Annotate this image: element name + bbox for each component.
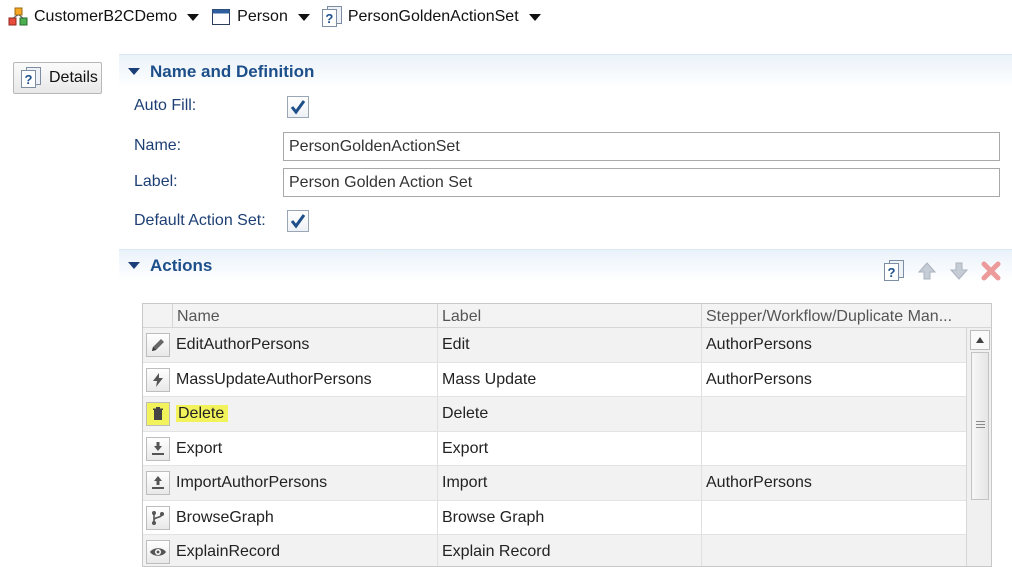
cell-target [701,397,966,431]
cell-name: ImportAuthorPersons [176,474,328,491]
eye-icon [146,540,170,564]
branch-icon [146,505,170,530]
section-header-name-definition[interactable]: Name and Definition [119,54,1012,88]
column-header-stepper[interactable]: Stepper/Workflow/Duplicate Man... [701,304,966,328]
collapse-triangle-icon[interactable] [128,262,140,269]
collapse-triangle-icon[interactable] [128,68,140,75]
cell-label: Edit [437,328,701,362]
table-row[interactable]: ImportAuthorPersons Import AuthorPersons [143,466,966,501]
label-label: Label: [134,173,178,190]
delete-x-icon [981,261,1001,281]
cell-name: MassUpdateAuthorPersons [176,370,372,388]
checkmark-icon [290,214,306,229]
breadcrumb-entity[interactable]: Person [211,7,310,27]
breadcrumb-model-label: CustomerB2CDemo [34,8,178,25]
cell-target: AuthorPersons [701,362,966,397]
table-row[interactable]: BrowseGraph Browse Graph [143,500,966,535]
add-help-button[interactable]: ? [882,258,908,284]
scroll-up-button[interactable] [970,330,990,350]
name-label: Name: [134,137,182,154]
chevron-down-icon[interactable] [528,13,541,21]
table-row[interactable]: Delete Delete [143,397,966,432]
scroll-thumb[interactable] [971,352,989,500]
cell-target [701,500,966,535]
cell-label: Explain Record [437,535,701,566]
breadcrumb-actionset-label: PersonGoldenActionSet [347,8,519,25]
cell-name: Delete [172,397,437,431]
column-header-name[interactable]: Name [172,304,437,328]
section-title: Name and Definition [150,61,315,81]
pencil-icon [146,333,170,357]
grip-line [976,424,985,425]
table-row[interactable]: Export Export [143,431,966,466]
cell-label: Import [437,466,701,500]
cell-name: EditAuthorPersons [176,336,310,353]
grip-line [976,421,985,422]
lightning-icon [146,367,170,392]
actions-grid: Name Label Stepper/Workflow/Duplicate Ma… [142,303,992,567]
cell-name: BrowseGraph [176,508,274,526]
auto-fill-label: Auto Fill: [134,97,197,114]
table-row[interactable]: ExplainRecord Explain Record [143,535,966,566]
default-action-set-checkbox[interactable] [287,210,309,232]
trash-icon [146,402,170,426]
cell-label: Delete [437,397,701,431]
grid-header: Name Label Stepper/Workflow/Duplicate Ma… [143,304,991,328]
checkmark-icon [290,100,306,115]
cell-target: AuthorPersons [701,466,966,500]
table-row[interactable]: EditAuthorPersons Edit AuthorPersons [143,328,966,363]
cell-target: AuthorPersons [701,328,966,362]
section-title: Actions [150,255,213,275]
table-row[interactable]: MassUpdateAuthorPersons Mass Update Auth… [143,362,966,397]
auto-fill-checkbox[interactable] [287,96,309,118]
breadcrumb-model[interactable]: CustomerB2CDemo [8,7,200,27]
move-down-icon [949,262,969,280]
delete-button[interactable] [978,258,1004,284]
help-document-icon: ? [21,67,43,89]
details-button-label: Details [49,69,98,86]
move-down-button[interactable] [946,258,972,284]
cell-label: Mass Update [437,362,701,397]
add-help-icon: ? [884,260,906,282]
move-up-icon [917,262,937,280]
default-action-set-label: Default Action Set: [134,212,266,229]
cell-label: Export [437,431,701,466]
window-icon [211,7,231,27]
details-button[interactable]: ? Details [13,62,102,94]
help-document-icon: ? [321,6,342,27]
chevron-down-icon[interactable] [187,13,200,21]
move-up-button[interactable] [914,258,940,284]
column-header-label[interactable]: Label [437,304,701,328]
grip-line [976,427,985,428]
triangle-up-icon [976,337,984,343]
cell-target [701,431,966,466]
breadcrumb: CustomerB2CDemo Person ? PersonGoldenAct… [8,4,553,30]
vertical-scrollbar[interactable] [966,328,991,566]
upload-icon [146,471,170,495]
chevron-down-icon[interactable] [297,13,310,21]
download-icon [146,436,170,461]
model-cubes-icon [8,7,28,27]
actions-toolbar: ? [876,258,1004,284]
cell-label: Browse Graph [437,500,701,535]
breadcrumb-actionset[interactable]: ? PersonGoldenActionSet [321,6,541,27]
cell-name: ExplainRecord [176,543,281,560]
label-field[interactable] [283,168,1000,197]
highlighted-name: Delete [176,405,229,422]
name-field[interactable] [283,132,1000,161]
breadcrumb-entity-label: Person [237,8,288,25]
cell-target [701,535,966,566]
cell-name: Export [176,439,223,457]
